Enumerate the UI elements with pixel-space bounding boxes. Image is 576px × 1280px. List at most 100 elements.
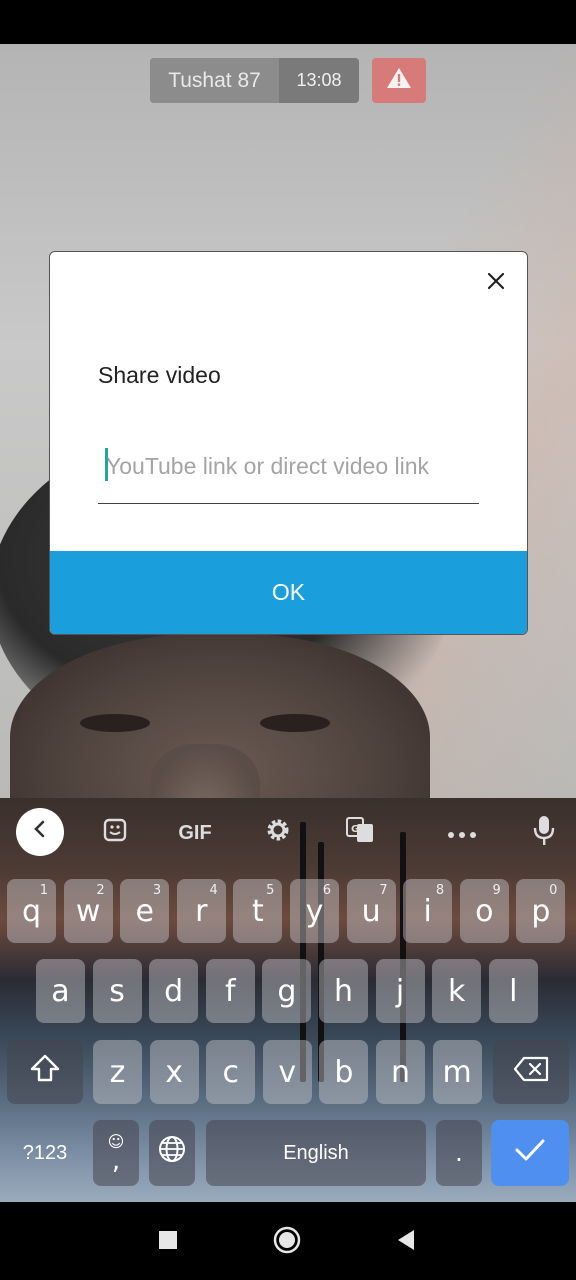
key-label: x (165, 1054, 183, 1090)
checkmark-icon (514, 1136, 546, 1171)
back-button[interactable] (386, 1222, 426, 1262)
key-label: a (51, 973, 70, 1009)
key-number-hint: 3 (152, 883, 162, 898)
key-label: v (278, 1054, 297, 1090)
key-d[interactable]: d (149, 959, 199, 1023)
key-number-hint: 9 (492, 883, 501, 898)
key-y[interactable]: y6 (290, 879, 339, 943)
space-key[interactable]: English (206, 1120, 426, 1186)
key-t[interactable]: t5 (233, 879, 283, 943)
home-circle-icon (272, 1225, 302, 1260)
recents-button[interactable] (148, 1222, 188, 1262)
video-link-input[interactable] (98, 442, 479, 490)
key-n[interactable]: n (376, 1040, 425, 1104)
symbols-key[interactable]: ?123 (7, 1120, 83, 1186)
globe-icon (157, 1134, 187, 1172)
close-icon (487, 272, 505, 295)
period-key[interactable]: . (436, 1120, 482, 1186)
gif-label: GIF (178, 821, 212, 844)
key-label: d (164, 973, 184, 1009)
sticker-button[interactable] (97, 810, 133, 856)
microphone-icon (533, 814, 555, 852)
voice-input-button[interactable] (526, 810, 562, 856)
share-video-dialog: Share video OK (49, 251, 528, 635)
warning-triangle-icon (386, 66, 412, 95)
key-b[interactable]: b (319, 1040, 369, 1104)
key-c[interactable]: c (206, 1040, 256, 1104)
key-i[interactable]: i8 (403, 879, 453, 943)
key-number-hint: 8 (435, 883, 445, 898)
key-p[interactable]: p0 (516, 879, 566, 943)
gear-icon (264, 816, 292, 850)
dialog-title: Share video (98, 362, 221, 388)
key-label: e (135, 893, 154, 929)
video-link-field (98, 442, 479, 504)
backspace-key[interactable] (493, 1040, 569, 1104)
backspace-icon (513, 1055, 549, 1090)
key-label: c (222, 1054, 239, 1090)
key-number-hint: 2 (96, 883, 105, 898)
enter-key[interactable] (491, 1120, 569, 1186)
key-label: h (333, 973, 353, 1009)
translate-icon: G (345, 816, 375, 850)
key-m[interactable]: m (432, 1040, 482, 1104)
key-label: p (531, 893, 551, 929)
key-label: u (361, 893, 381, 929)
key-q[interactable]: q1 (7, 879, 56, 943)
language-key[interactable] (149, 1120, 195, 1186)
key-label: b (334, 1054, 354, 1090)
key-label: y (305, 893, 324, 929)
key-h[interactable]: h (319, 959, 368, 1023)
sticker-icon (102, 817, 128, 849)
square-icon (158, 1230, 178, 1255)
key-label: f (225, 973, 236, 1009)
key-o[interactable]: o9 (459, 879, 509, 943)
key-a[interactable]: a (36, 959, 85, 1023)
shift-icon (29, 1053, 61, 1091)
key-label: l (509, 973, 518, 1009)
translate-button[interactable]: G (342, 810, 378, 856)
key-label: r (195, 893, 208, 929)
key-z[interactable]: z (93, 1040, 142, 1104)
key-label: n (390, 1054, 410, 1090)
home-button[interactable] (267, 1222, 307, 1262)
emoji-comma-key[interactable]: ☺ , (93, 1120, 139, 1186)
key-k[interactable]: k (432, 959, 482, 1023)
key-e[interactable]: e3 (120, 879, 170, 943)
call-status-pill: Tushat 87 13:08 (150, 58, 359, 103)
key-label: k (448, 973, 466, 1009)
key-r[interactable]: r4 (176, 879, 226, 943)
key-label: s (109, 973, 125, 1009)
person-nose (150, 744, 260, 800)
key-f[interactable]: f (205, 959, 255, 1023)
chevron-left-icon (32, 819, 48, 845)
key-s[interactable]: s (92, 959, 142, 1023)
keyboard-toolbar: GIF G (0, 798, 576, 868)
key-w[interactable]: w2 (63, 879, 113, 943)
person-eye-left (80, 714, 150, 732)
key-label: i (423, 893, 432, 929)
close-dialog-button[interactable] (479, 266, 513, 300)
key-j[interactable]: j (375, 959, 425, 1023)
key-number-hint: 5 (266, 883, 275, 898)
key-number-hint: 7 (379, 883, 388, 898)
key-l[interactable]: l (488, 959, 538, 1023)
keyboard-settings-button[interactable] (260, 810, 296, 856)
key-u[interactable]: u7 (346, 879, 396, 943)
caller-name: Tushat 87 (150, 58, 279, 103)
key-label: g (277, 973, 297, 1009)
key-number-hint: 4 (209, 883, 218, 898)
keyboard-collapse-button[interactable] (16, 808, 64, 856)
svg-text:G: G (351, 824, 359, 835)
gif-button[interactable]: GIF (172, 810, 218, 856)
report-warning-button[interactable] (372, 58, 426, 103)
key-g[interactable]: g (262, 959, 312, 1023)
shift-key[interactable] (7, 1040, 83, 1104)
key-label: j (395, 973, 405, 1009)
key-x[interactable]: x (149, 1040, 199, 1104)
key-v[interactable]: v (262, 1040, 312, 1104)
more-options-button[interactable] (444, 810, 480, 856)
ok-button[interactable]: OK (50, 551, 527, 634)
key-number-hint: 0 (549, 883, 558, 898)
key-label: t (252, 893, 264, 929)
